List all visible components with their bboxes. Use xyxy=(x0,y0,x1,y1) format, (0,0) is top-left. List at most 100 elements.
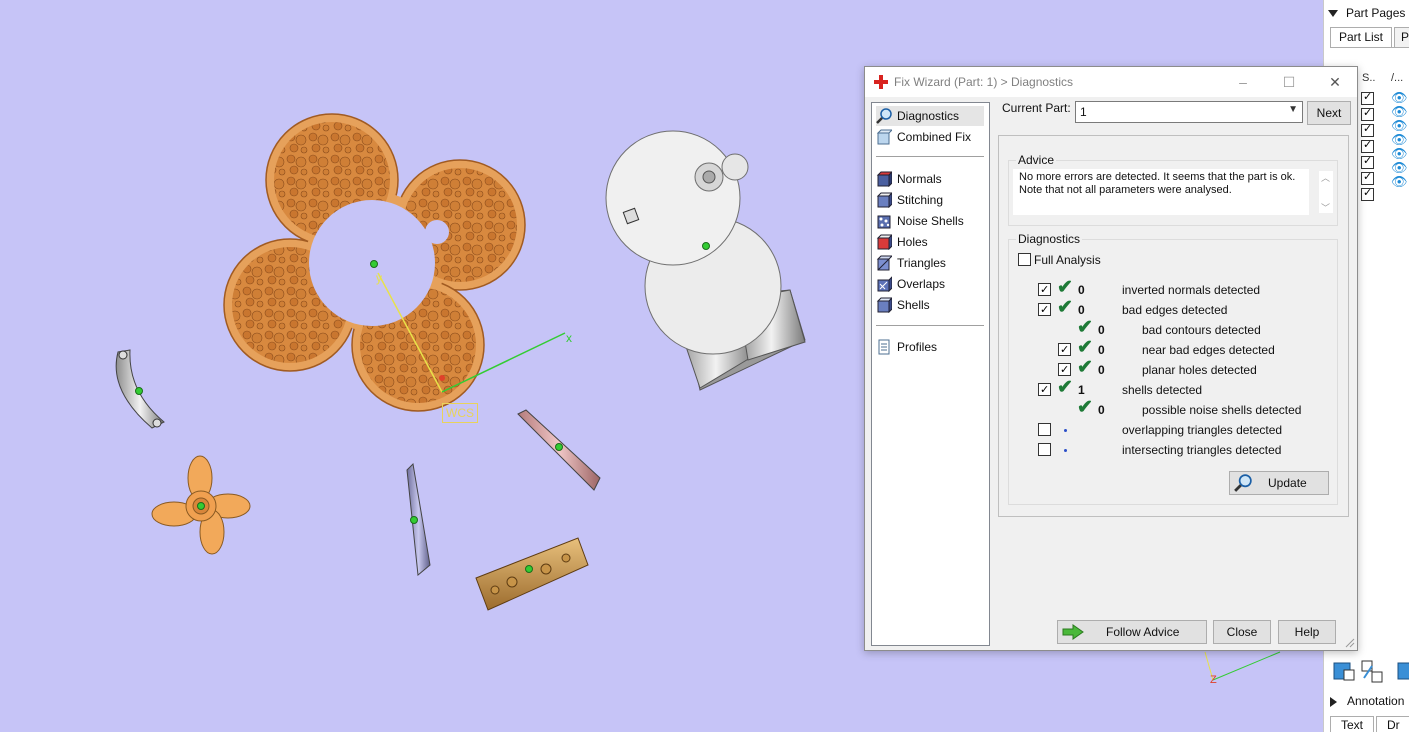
ok-check-icon: ✔ xyxy=(1077,397,1093,418)
diagnostic-count: 0 xyxy=(1098,363,1105,377)
eye-icon[interactable]: 👁 xyxy=(1391,91,1409,105)
shells-icon xyxy=(876,297,892,313)
eye-icon[interactable]: 👁 xyxy=(1391,119,1409,133)
advice-message: No more errors are detected. It seems th… xyxy=(1019,171,1296,196)
diagnostics-group: Diagnostics Full Analysis ✔0inverted nor… xyxy=(1008,232,1338,505)
eye-icon[interactable]: 👁 xyxy=(1391,105,1409,119)
annotation-header[interactable]: Annotation xyxy=(1330,694,1409,708)
tab-part-list[interactable]: Part List xyxy=(1330,27,1393,47)
nav-item-normals[interactable]: Normals xyxy=(876,169,984,189)
advice-scrollbar[interactable]: ︿ ﹀ xyxy=(1319,171,1333,213)
advice-title: Advice xyxy=(1016,153,1057,167)
diagnostic-checkbox[interactable] xyxy=(1038,280,1051,300)
combined-fix-icon xyxy=(876,129,892,145)
nav-item-combined-fix[interactable]: Combined Fix xyxy=(876,127,984,147)
tab-second[interactable]: P xyxy=(1394,27,1409,47)
nav-item-holes[interactable]: Holes xyxy=(876,232,984,252)
diagnostic-checkbox[interactable] xyxy=(1038,443,1051,456)
ok-check-icon: ✔ xyxy=(1077,357,1093,378)
axis-x-label: x xyxy=(566,331,572,345)
diagnostic-checkbox[interactable] xyxy=(1038,380,1051,400)
diagnostic-label: shells detected xyxy=(1122,383,1203,397)
dialog-titlebar[interactable]: Fix Wizard (Part: 1) > Diagnostics – ☐ ✕ xyxy=(865,67,1357,97)
follow-advice-button[interactable]: Follow Advice xyxy=(1057,620,1207,644)
part-select-checkboxes xyxy=(1361,90,1375,204)
small-flower-part xyxy=(151,455,251,555)
update-button[interactable]: Update xyxy=(1229,471,1329,495)
diagnostic-checkbox[interactable] xyxy=(1038,423,1051,436)
nav-item-triangles[interactable]: Triangles xyxy=(876,253,984,273)
column-header-s[interactable]: S.. xyxy=(1362,72,1375,84)
gold-bracelet-part xyxy=(475,537,589,611)
lavender-pin-part xyxy=(406,462,431,576)
nav-item-noise-shells[interactable]: Noise Shells xyxy=(876,211,984,231)
nav-item-overlaps[interactable]: Overlaps xyxy=(876,274,984,294)
diagnostic-label: bad edges detected xyxy=(1122,303,1228,317)
diagnostics-page: Advice No more errors are detected. It s… xyxy=(998,135,1349,517)
magnifier-icon xyxy=(876,108,892,124)
eye-icon[interactable]: 👁 xyxy=(1391,133,1409,147)
part-checkbox[interactable] xyxy=(1361,170,1374,185)
nav-item-stitching[interactable]: Stitching xyxy=(876,190,984,210)
maximize-button[interactable]: ☐ xyxy=(1279,73,1299,91)
fix-wizard-dialog: Fix Wizard (Part: 1) > Diagnostics – ☐ ✕… xyxy=(864,66,1358,651)
axis-z-label: Z xyxy=(1210,674,1217,686)
nav-separator xyxy=(876,156,984,157)
diagnostic-row: ✔ 0 bad contours detected xyxy=(1009,318,1329,340)
fix-nav-panel: Diagnostics Combined Fix Normals Stitchi… xyxy=(871,102,990,646)
column-header-visibility[interactable]: /... xyxy=(1391,72,1403,84)
minimize-button[interactable]: – xyxy=(1233,73,1253,91)
diagnostic-label: inverted normals detected xyxy=(1122,283,1261,297)
part-checkbox[interactable] xyxy=(1361,154,1374,169)
annotation-tabs: Text Dr xyxy=(1330,716,1409,732)
nav-item-shells[interactable]: Shells xyxy=(876,295,984,315)
resize-grip-icon[interactable] xyxy=(1345,638,1355,648)
nav-item-profiles[interactable]: Profiles xyxy=(876,337,984,357)
cube-icon xyxy=(1397,662,1409,680)
diagnostic-checkbox[interactable] xyxy=(1058,340,1071,360)
part-checkbox[interactable] xyxy=(1361,138,1374,153)
part-pages-tabs: Part List P xyxy=(1330,27,1409,48)
part-checkbox[interactable] xyxy=(1361,90,1374,105)
diagnostic-row: ✔0bad edges detected xyxy=(1009,297,1329,320)
eye-icon[interactable]: 👁 xyxy=(1391,147,1409,161)
collapse-arrow-icon[interactable] xyxy=(1328,10,1338,18)
diagnostic-label: possible noise shells detected xyxy=(1142,403,1302,417)
part-pages-header[interactable]: Part Pages xyxy=(1328,6,1409,22)
diagnostic-checkbox[interactable] xyxy=(1058,360,1071,380)
nav-item-diagnostics[interactable]: Diagnostics xyxy=(876,106,984,126)
part-checkbox[interactable] xyxy=(1361,106,1374,121)
close-button[interactable]: Close xyxy=(1213,620,1271,644)
scroll-down-icon[interactable]: ﹀ xyxy=(1321,201,1330,214)
eye-icon[interactable]: 👁 xyxy=(1391,175,1409,189)
diagnostic-checkbox[interactable] xyxy=(1038,300,1051,320)
triangles-icon xyxy=(876,255,892,271)
check-swap-icon xyxy=(1361,660,1383,683)
full-analysis-checkbox[interactable] xyxy=(1018,253,1031,266)
diagnostic-label: intersecting triangles detected xyxy=(1122,443,1282,457)
expand-arrow-icon[interactable] xyxy=(1330,696,1337,707)
magnifier-icon xyxy=(1234,474,1252,492)
part-checkbox[interactable] xyxy=(1361,122,1374,137)
holes-cube-icon xyxy=(876,234,892,250)
panel-toolbar xyxy=(1332,658,1409,686)
cube-select-icon xyxy=(1333,662,1355,681)
not-analysed-dot-icon xyxy=(1064,429,1067,432)
diagnostic-label: planar holes detected xyxy=(1142,363,1257,377)
part-checkbox[interactable] xyxy=(1361,186,1374,201)
scroll-up-icon[interactable]: ︿ xyxy=(1321,171,1330,184)
help-button[interactable]: Help xyxy=(1278,620,1336,644)
ok-check-icon: ✔ xyxy=(1077,337,1093,358)
ok-check-icon: ✔ xyxy=(1057,377,1073,398)
diagnostic-row: ✔ 0 possible noise shells detected xyxy=(1009,397,1329,420)
tab-text[interactable]: Text xyxy=(1330,716,1375,732)
visibility-column: 👁 👁 👁 👁 👁 👁 👁 xyxy=(1391,91,1409,189)
chevron-down-icon: ▼ xyxy=(1288,104,1298,115)
next-button[interactable]: Next xyxy=(1307,101,1351,125)
eye-icon[interactable]: 👁 xyxy=(1391,161,1409,175)
current-part-select[interactable]: 1 ▼ xyxy=(1075,101,1303,123)
ok-check-icon: ✔ xyxy=(1057,297,1073,318)
tab-dr[interactable]: Dr xyxy=(1376,716,1409,732)
close-window-button[interactable]: ✕ xyxy=(1325,73,1345,91)
diagnostics-title: Diagnostics xyxy=(1016,232,1083,246)
